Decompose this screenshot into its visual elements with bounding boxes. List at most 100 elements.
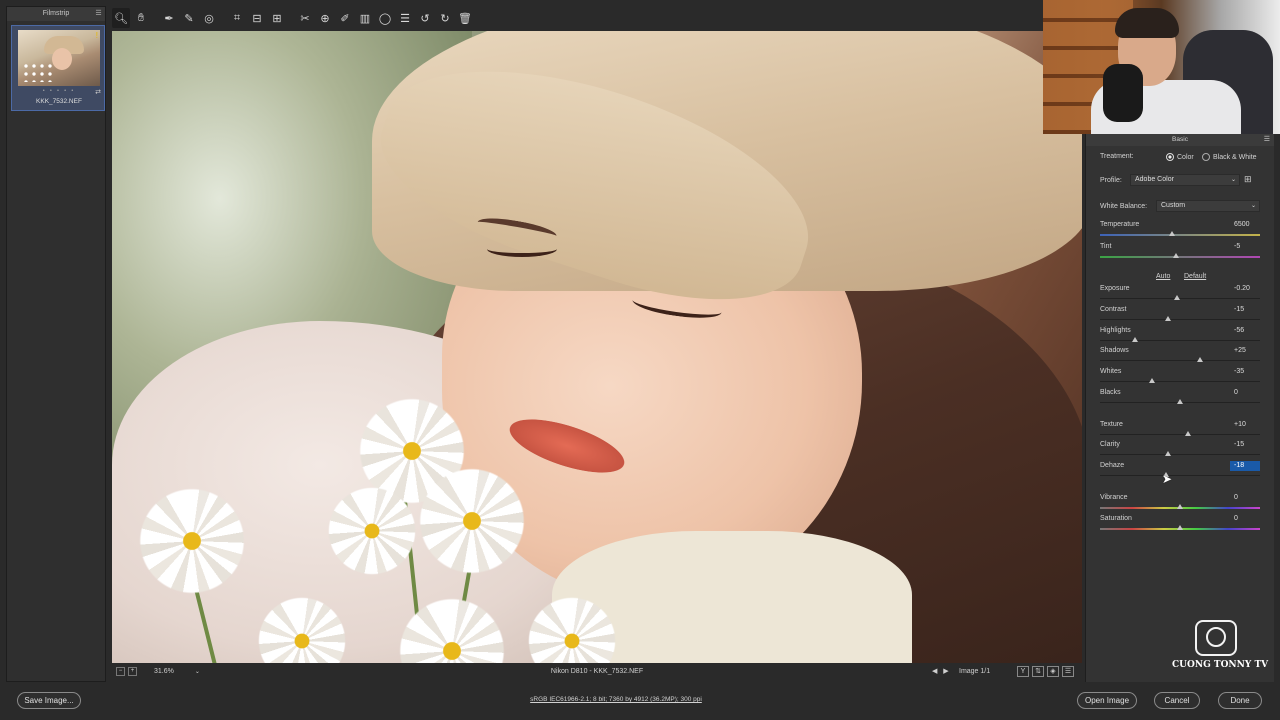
slider-thumb[interactable] (1177, 399, 1183, 404)
mouse-cursor-icon: ➤ (1162, 472, 1173, 486)
spot-removal-icon[interactable]: ✂ (296, 8, 314, 28)
tint-slider[interactable]: Tint -5 (1100, 243, 1260, 263)
menu-icon[interactable]: ☰ (95, 10, 102, 17)
preferences-icon[interactable]: ☰ (396, 8, 414, 28)
auto-link[interactable]: Auto (1156, 273, 1170, 280)
slider-value[interactable]: 6500 (1230, 220, 1260, 230)
straighten-icon[interactable]: ⊟ (248, 8, 266, 28)
workflow-options-link[interactable]: sRGB IEC61966-2.1; 8 bit; 7360 by 4912 (… (0, 696, 1232, 703)
toggle-preview-icon[interactable]: ☰ (1062, 666, 1074, 677)
clarity-slider[interactable]: Clarity -15 (1100, 441, 1260, 461)
slider-track[interactable] (1100, 298, 1260, 299)
zoom-icon[interactable]: 🔍︎ (112, 8, 130, 28)
whites-slider[interactable]: Whites -35 (1100, 368, 1260, 388)
slider-thumb[interactable] (1185, 431, 1191, 436)
warning-icon: ! (95, 31, 98, 40)
dehaze-slider[interactable]: Dehaze -18 (1100, 461, 1260, 482)
highlights-slider[interactable]: Highlights -56 (1100, 327, 1260, 347)
temperature-slider[interactable]: Temperature 6500 (1100, 221, 1260, 241)
saturation-slider[interactable]: Saturation 0 (1100, 515, 1260, 535)
profile-browser-icon[interactable]: ⊞ (1244, 174, 1258, 186)
rotate-right-icon[interactable]: ↻ (436, 8, 454, 28)
slider-value[interactable]: -15 (1230, 440, 1260, 450)
open-image-button[interactable]: Open Image (1077, 692, 1137, 709)
slider-thumb[interactable] (1149, 378, 1155, 383)
slider-thumb[interactable] (1165, 316, 1171, 321)
slider-track[interactable] (1100, 381, 1260, 382)
slider-value[interactable]: -56 (1230, 326, 1260, 336)
radio-selected-icon[interactable] (1166, 153, 1174, 161)
slider-thumb[interactable] (1197, 357, 1203, 362)
slider-track[interactable] (1100, 234, 1260, 236)
slider-label: Dehaze (1100, 462, 1125, 469)
rotate-left-icon[interactable]: ↺ (416, 8, 434, 28)
transform-icon[interactable]: ⊞ (268, 8, 286, 28)
contrast-slider[interactable]: Contrast -15 (1100, 306, 1260, 326)
profile-value: Adobe Color (1135, 176, 1174, 183)
thumbnail-filename: KKK_7532.NEF (36, 98, 82, 105)
done-button[interactable]: Done (1218, 692, 1262, 709)
vibrance-slider[interactable]: Vibrance 0 (1100, 494, 1260, 514)
adjustment-brush-icon[interactable]: ✐ (336, 8, 354, 28)
swap-icon[interactable]: ⇅ (1032, 666, 1044, 677)
copy-settings-icon[interactable]: ◈ (1047, 666, 1059, 677)
slider-value[interactable]: 0 (1230, 514, 1260, 524)
filmstrip-thumbnail[interactable]: ! • • • • • ⇄ KKK_7532.NEF (11, 25, 105, 111)
shadows-slider[interactable]: Shadows +25 (1100, 347, 1260, 367)
slider-value[interactable]: +25 (1230, 346, 1260, 356)
crop-icon[interactable]: ⌗ (228, 8, 246, 28)
slider-value[interactable]: -15 (1230, 305, 1260, 315)
trash-icon[interactable]: 🗑︎ (456, 8, 474, 28)
exposure-slider[interactable]: Exposure -0.20 (1100, 285, 1260, 305)
slider-track[interactable] (1100, 340, 1260, 341)
slider-thumb[interactable] (1169, 231, 1175, 236)
blacks-slider[interactable]: Blacks 0 (1100, 389, 1260, 409)
slider-label: Vibrance (1100, 494, 1128, 501)
graduated-filter-icon[interactable]: ▥ (356, 8, 374, 28)
slider-track[interactable] (1100, 256, 1260, 258)
treatment-bw-option[interactable]: Black & White (1202, 153, 1257, 161)
slider-label: Contrast (1100, 306, 1127, 313)
hand-icon[interactable]: ✋︎ (132, 8, 150, 28)
slider-value[interactable]: 0 (1230, 388, 1260, 398)
default-link[interactable]: Default (1184, 273, 1206, 280)
slider-label: Whites (1100, 368, 1122, 375)
slider-thumb[interactable] (1173, 295, 1180, 300)
radio-icon[interactable] (1202, 153, 1210, 161)
slider-thumb[interactable] (1132, 337, 1139, 342)
treatment-color-option[interactable]: Color (1166, 153, 1194, 161)
radial-filter-icon[interactable]: ◯ (376, 8, 394, 28)
slider-value[interactable]: -0.20 (1230, 284, 1260, 294)
slider-value[interactable]: -35 (1230, 367, 1260, 377)
edited-icon: ⇄ (95, 89, 101, 96)
targeted-adjustment-icon[interactable]: ◎ (200, 8, 218, 28)
slider-value[interactable]: +10 (1230, 420, 1260, 430)
texture-slider[interactable]: Texture +10 (1100, 421, 1260, 441)
menu-icon[interactable]: ☰ (1264, 136, 1270, 143)
slider-thumb[interactable] (1165, 451, 1171, 456)
red-eye-icon[interactable]: ⊕ (316, 8, 334, 28)
slider-label: Shadows (1100, 347, 1129, 354)
image-preview[interactable] (112, 31, 1082, 663)
prev-image-icon[interactable]: ◀ (932, 668, 937, 675)
slider-thumb[interactable] (1177, 504, 1183, 509)
slider-value[interactable]: -5 (1230, 242, 1260, 252)
before-after-icon[interactable]: Y (1017, 666, 1029, 677)
slider-thumb[interactable] (1173, 253, 1179, 258)
rating-stars[interactable]: • • • • • (12, 88, 106, 94)
color-sampler-icon[interactable]: ✎ (180, 8, 198, 28)
white-balance-dropdown[interactable]: Custom ⌄ (1156, 200, 1260, 212)
slider-track[interactable] (1100, 319, 1260, 320)
cancel-button[interactable]: Cancel (1154, 692, 1200, 709)
slider-track[interactable] (1100, 434, 1260, 435)
slider-value[interactable]: 0 (1230, 493, 1260, 503)
slider-track[interactable] (1100, 454, 1260, 455)
slider-track[interactable] (1100, 360, 1260, 361)
white-balance-icon[interactable]: ✒ (160, 8, 178, 28)
next-image-icon[interactable]: ▶ (943, 668, 948, 675)
slider-thumb[interactable] (1177, 525, 1183, 530)
profile-dropdown[interactable]: Adobe Color ⌄ (1130, 174, 1240, 186)
webcam-overlay (1043, 0, 1280, 134)
slider-track[interactable] (1100, 475, 1260, 476)
slider-value[interactable]: -18 (1230, 461, 1260, 471)
